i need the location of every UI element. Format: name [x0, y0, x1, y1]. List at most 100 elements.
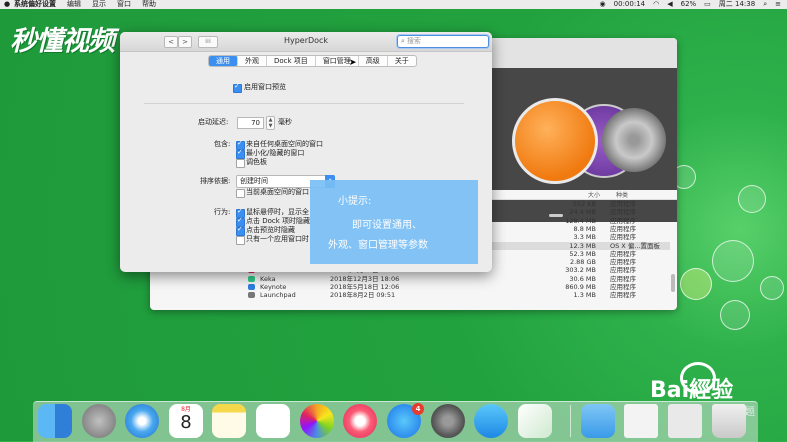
file-kind: 应用程序 — [610, 291, 636, 299]
column-kind[interactable]: 种类 — [616, 190, 628, 199]
search-placeholder: 搜索 — [407, 37, 421, 45]
search-input[interactable]: ⌕搜索 — [397, 35, 489, 48]
app-file-icon — [248, 292, 255, 298]
file-size: 128.4 MB — [536, 217, 596, 225]
menubar-clock[interactable]: 周二 14:38 — [719, 0, 755, 9]
table-row[interactable]: Keka2018年12月3日 18:0630.6 MB应用程序 — [240, 275, 670, 283]
file-kind: 应用程序 — [610, 208, 636, 216]
video-logo: 秒懂视频 — [10, 19, 114, 58]
sort-value: 创建时间 — [240, 177, 268, 185]
behavior-hide-preview-click-label: 点击预览时隐藏 — [246, 226, 295, 235]
app-store-badge: 4 — [412, 403, 424, 415]
behavior-hover-label: 鼠标悬停时，显示全 — [246, 208, 309, 217]
include-palette-checkbox[interactable] — [236, 159, 245, 168]
current-space-checkbox[interactable] — [236, 189, 245, 198]
file-kind: 应用程序 — [610, 217, 636, 225]
deco-circle — [738, 185, 766, 213]
menu-system-preferences[interactable]: 系统偏好设置 — [14, 0, 56, 9]
tip-overlay: 小提示: 即可设置通用、 外观、窗口管理等参数 — [310, 180, 478, 264]
sort-label: 排序依据: — [200, 177, 230, 186]
file-kind: OS X 偏...置面板 — [610, 242, 660, 250]
baidu-logo: Bai經验 — [650, 372, 733, 404]
table-row[interactable]: Launchpad2018年8月2日 09:511.3 MB应用程序 — [240, 291, 670, 299]
file-size: 3.3 MB — [536, 233, 596, 241]
hyperdock-icon[interactable] — [518, 404, 552, 438]
include-label: 包含: — [214, 140, 230, 149]
menu-edit[interactable]: 编辑 — [67, 0, 81, 9]
enable-preview-checkbox[interactable] — [233, 84, 242, 93]
trash-icon[interactable] — [712, 404, 746, 438]
tab-general[interactable]: 通用 — [209, 56, 238, 66]
menu-help[interactable]: 帮助 — [142, 0, 156, 9]
itunes-icon[interactable] — [343, 404, 377, 438]
finder-scrollbar[interactable] — [671, 274, 675, 292]
file-size: 24.4 MB — [536, 208, 596, 216]
behavior-single-window-label: 只有一个应用窗口时 — [246, 235, 309, 244]
file-kind: 应用程序 — [610, 275, 636, 283]
behavior-hide-dock-click-label: 点击 Dock 项时隐藏 — [246, 217, 310, 226]
file-size: 52.3 MB — [536, 250, 596, 258]
facetime-icon[interactable] — [474, 404, 508, 438]
behavior-single-window-checkbox[interactable] — [236, 236, 245, 245]
file-name: Keka — [260, 275, 276, 283]
reminders-icon[interactable] — [256, 404, 290, 438]
recording-icon[interactable]: ◉ — [600, 0, 606, 9]
include-palette-label: 调色板 — [246, 158, 267, 167]
file-name: Launchpad — [260, 291, 296, 299]
screenshot-thumbnail-icon[interactable] — [624, 404, 658, 438]
ibooks-preview-icon — [512, 98, 598, 184]
launchpad-icon[interactable] — [82, 404, 116, 438]
include-all-spaces-label: 来自任何桌面空间的窗口 — [246, 140, 323, 149]
battery-icon[interactable]: ▭ — [704, 0, 711, 9]
wifi-icon[interactable]: ◠ — [653, 0, 659, 9]
notes-icon[interactable] — [212, 404, 246, 438]
titlebar: < > ⁞⁞⁞ HyperDock ⌕搜索 — [120, 32, 492, 52]
behavior-hide-preview-click-checkbox[interactable] — [236, 227, 245, 236]
notification-center-icon[interactable]: ≡ — [775, 0, 781, 9]
table-row[interactable]: Keynote2018年5月18日 12:06860.9 MB应用程序 — [240, 283, 670, 291]
delay-input[interactable]: 70 — [237, 117, 264, 129]
include-minimized-checkbox[interactable] — [236, 150, 245, 159]
tip-line-1: 即可设置通用、 — [352, 216, 422, 231]
downloads-folder-icon[interactable] — [581, 404, 615, 438]
system-preferences-icon[interactable] — [431, 404, 465, 438]
calendar-icon[interactable]: 8月 8 — [169, 404, 203, 438]
delay-label: 启动延迟: — [198, 118, 228, 127]
file-size: 552 KB — [536, 200, 596, 208]
tab-dock-items[interactable]: Dock 项目 — [267, 56, 316, 66]
app-file-icon — [248, 276, 255, 282]
menu-window[interactable]: 窗口 — [117, 0, 131, 9]
tab-about[interactable]: 关于 — [388, 56, 416, 66]
dvd-preview-icon — [602, 108, 666, 172]
enable-preview-label: 启用窗口预览 — [244, 83, 286, 92]
finder-icon[interactable] — [38, 404, 72, 438]
apple-icon[interactable]: ● — [0, 0, 14, 9]
file-kind: 应用程序 — [610, 266, 636, 274]
photos-icon[interactable] — [300, 404, 334, 438]
tab-appearance[interactable]: 外观 — [238, 56, 267, 66]
file-kind: 应用程序 — [610, 200, 636, 208]
current-space-label: 当前桌面空间的窗口 — [246, 188, 309, 197]
file-kind: 应用程序 — [610, 258, 636, 266]
delay-stepper[interactable]: ▲▼ — [266, 116, 275, 130]
window-thumbnail-icon[interactable] — [668, 404, 702, 438]
dock-separator — [570, 405, 571, 437]
include-minimized-label: 最小化/隐藏的窗口 — [246, 149, 304, 158]
file-name: Keynote — [260, 283, 286, 291]
spotlight-icon[interactable]: ⌕ — [763, 0, 767, 9]
app-file-icon — [248, 284, 255, 290]
deco-circle — [712, 240, 754, 282]
file-kind: 应用程序 — [610, 233, 636, 241]
search-icon: ⌕ — [401, 37, 405, 45]
tab-advanced[interactable]: 高级 — [359, 56, 388, 66]
deco-circle — [680, 268, 712, 300]
behavior-label: 行为: — [214, 208, 230, 217]
volume-icon[interactable]: ◀ — [667, 0, 672, 9]
deco-circle — [720, 300, 750, 330]
safari-icon[interactable] — [125, 404, 159, 438]
tip-line-2: 外观、窗口管理等参数 — [328, 236, 428, 251]
file-date: 2018年8月2日 09:51 — [330, 291, 395, 299]
battery-percent: 62% — [681, 0, 697, 9]
column-size[interactable]: 大小 — [588, 190, 600, 199]
menu-view[interactable]: 显示 — [92, 0, 106, 9]
